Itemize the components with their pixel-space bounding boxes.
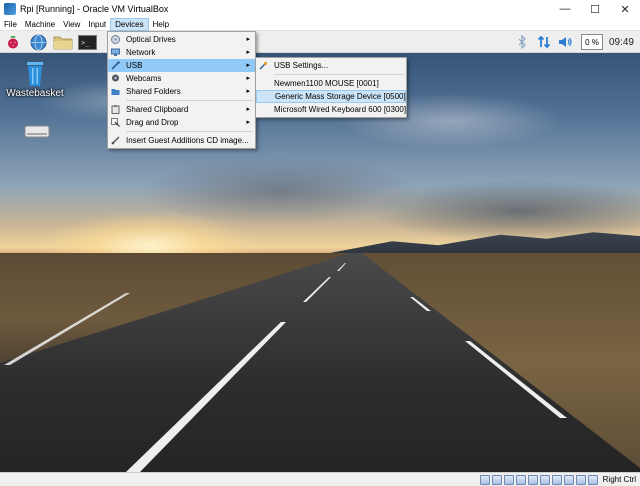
file-manager-launcher[interactable] — [52, 33, 74, 51]
menu-item-usb-settings[interactable]: USB Settings... — [256, 59, 406, 72]
window-title: Rpi [Running] - Oracle VM VirtualBox — [20, 4, 169, 14]
menu-item-optical-drives[interactable]: Optical Drives ▸ — [108, 33, 255, 46]
lane-line-center-far — [337, 263, 346, 271]
virtualbox-icon — [4, 3, 16, 15]
lane-line-right-near — [465, 341, 567, 418]
clipboard-icon — [111, 105, 120, 114]
submenu-arrow-icon: ▸ — [246, 36, 250, 43]
desktop-icon-drive[interactable] — [2, 123, 72, 144]
desktop-icon-label: Wastebasket — [6, 88, 64, 99]
raspberry-menu-button[interactable] — [4, 33, 22, 51]
menu-file[interactable]: File — [0, 18, 21, 31]
video-capture-status-icon[interactable] — [563, 474, 574, 485]
disc-icon — [111, 35, 120, 44]
menu-item-insert-guest-additions[interactable]: Insert Guest Additions CD image... — [108, 134, 255, 147]
network-icon — [111, 48, 120, 57]
terminal-icon: >_ — [77, 34, 97, 50]
raspberry-icon — [8, 36, 18, 49]
lane-line-center-near — [126, 322, 286, 472]
folder-icon — [111, 87, 120, 96]
menu-item-shared-clipboard[interactable]: Shared Clipboard ▸ — [108, 103, 255, 116]
menu-separator — [126, 131, 253, 132]
menu-item-usb[interactable]: USB ▸ — [108, 59, 255, 72]
webcam-icon — [111, 74, 120, 83]
menu-input[interactable]: Input — [84, 18, 110, 31]
menu-item-drag-and-drop[interactable]: Drag and Drop ▸ — [108, 116, 255, 129]
submenu-arrow-icon: ▸ — [246, 106, 250, 113]
submenu-arrow-icon: ▸ — [246, 49, 250, 56]
devices-menu: Optical Drives ▸ Network ▸ USB ▸ Webcams… — [107, 31, 256, 149]
guest-system-tray: 0 % 09:49 — [511, 31, 640, 53]
network-status-icon[interactable] — [515, 474, 526, 485]
svg-text:>_: >_ — [81, 39, 90, 47]
drive-icon — [24, 125, 50, 138]
audio-status-icon[interactable] — [503, 474, 514, 485]
maximize-button[interactable]: ☐ — [580, 0, 610, 18]
usb-device-mouse[interactable]: Newmen1100 MOUSE [0001] — [256, 77, 406, 90]
keyboard-status-icon[interactable] — [587, 474, 598, 485]
menu-help[interactable]: Help — [149, 18, 173, 31]
desktop-icon-wastebasket[interactable]: Wastebasket — [0, 59, 70, 99]
submenu-arrow-icon: ▸ — [246, 75, 250, 82]
menu-item-webcams[interactable]: Webcams ▸ — [108, 72, 255, 85]
network-icon[interactable] — [535, 33, 553, 51]
display-status-icon[interactable] — [551, 474, 562, 485]
host-key-label: Right Ctrl — [602, 475, 636, 484]
cpu-usage-monitor[interactable]: 0 % — [580, 34, 603, 50]
minimize-button[interactable]: — — [550, 0, 580, 18]
trash-icon — [27, 62, 43, 86]
submenu-arrow-icon: ▸ — [246, 88, 250, 95]
cd-icon — [111, 136, 120, 145]
window-titlebar: Rpi [Running] - Oracle VM VirtualBox — ☐… — [0, 0, 640, 18]
usb-icon — [111, 61, 120, 70]
menu-machine[interactable]: Machine — [21, 18, 59, 31]
optical-drive-status-icon[interactable] — [491, 474, 502, 485]
shared-folders-status-icon[interactable] — [539, 474, 550, 485]
menu-separator — [126, 100, 253, 101]
clock[interactable]: 09:49 — [609, 37, 634, 48]
usb-submenu: USB Settings... Newmen1100 MOUSE [0001] … — [255, 57, 407, 118]
terminal-launcher[interactable]: >_ — [77, 33, 97, 51]
status-bar: Right Ctrl — [0, 472, 640, 486]
bluetooth-icon[interactable] — [513, 33, 531, 51]
menu-item-network[interactable]: Network ▸ — [108, 46, 255, 59]
drag-icon — [111, 118, 120, 127]
volume-icon[interactable] — [557, 33, 575, 51]
menu-devices[interactable]: Devices — [110, 17, 149, 31]
usb-status-icon[interactable] — [527, 474, 538, 485]
submenu-arrow-icon: ▸ — [246, 119, 250, 126]
guest-taskbar: >_ 0 % 09:49 — [0, 31, 640, 53]
lane-line-center-mid — [303, 277, 331, 302]
close-button[interactable]: ✕ — [610, 0, 640, 18]
lane-line-right-mid — [410, 297, 431, 311]
folder-icon — [53, 36, 73, 50]
browser-launcher[interactable] — [29, 33, 47, 51]
menu-view[interactable]: View — [59, 18, 84, 31]
mouse-integration-status-icon[interactable] — [575, 474, 586, 485]
hard-disk-status-icon[interactable] — [479, 474, 490, 485]
menu-item-shared-folders[interactable]: Shared Folders ▸ — [108, 85, 255, 98]
menu-separator — [274, 74, 404, 75]
usb-settings-icon — [259, 61, 268, 70]
submenu-arrow-icon: ▸ — [246, 62, 250, 69]
globe-icon — [30, 34, 46, 50]
usb-device-mass-storage[interactable]: Generic Mass Storage Device [0500] — [256, 90, 406, 103]
usb-device-keyboard[interactable]: Microsoft Wired Keyboard 600 [0300] — [256, 103, 406, 116]
menu-bar: File Machine View Input Devices Help — [0, 17, 640, 31]
lane-line-left — [4, 293, 130, 365]
